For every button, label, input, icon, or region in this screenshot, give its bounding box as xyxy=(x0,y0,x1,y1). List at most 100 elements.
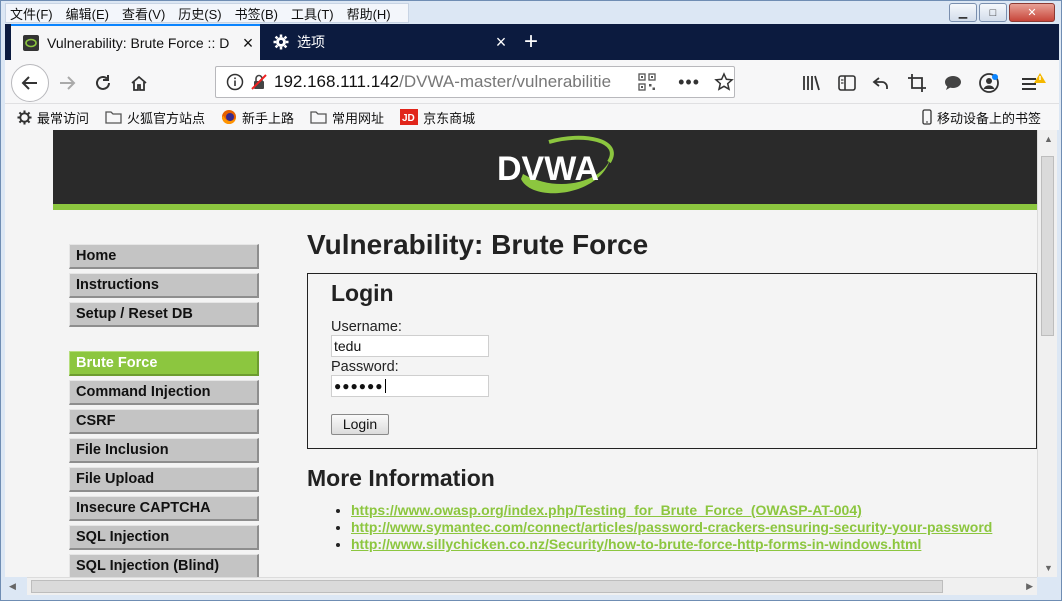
close-tab-icon[interactable]: × xyxy=(489,32,513,53)
tab-brute-force[interactable]: Vulnerability: Brute Force :: D × xyxy=(11,24,260,60)
url-bar[interactable]: 192.168.111.142/DVWA-master/vulnerabilit… xyxy=(215,66,735,98)
crop-button[interactable] xyxy=(901,67,933,99)
password-mask: ●●●●●● xyxy=(334,379,384,393)
password-label: Password: xyxy=(331,359,399,375)
menu-edit[interactable]: 编辑(E) xyxy=(66,4,109,23)
sillychicken-link[interactable]: http://www.sillychicken.co.nz/Security/h… xyxy=(351,536,921,552)
menu-file-upload[interactable]: File Upload xyxy=(69,467,259,492)
menu-brute-force[interactable]: Brute Force xyxy=(69,351,259,376)
username-input[interactable]: tedu xyxy=(331,335,489,357)
chat-button[interactable] xyxy=(937,67,969,99)
scroll-right-icon[interactable]: ▶ xyxy=(1026,581,1033,592)
main-content: Vulnerability: Brute Force Login Usernam… xyxy=(307,216,1037,553)
star-bookmark-icon[interactable] xyxy=(714,72,734,92)
symantec-link[interactable]: http://www.symantec.com/connect/articles… xyxy=(351,519,992,535)
info-icon[interactable] xyxy=(226,73,244,91)
vertical-scroll-thumb[interactable] xyxy=(1041,156,1054,336)
login-button[interactable]: Login xyxy=(331,414,389,435)
browser-window: 文件(F) 编辑(E) 查看(V) 历史(S) 书签(B) 工具(T) 帮助(H… xyxy=(0,0,1062,601)
more-info-heading: More Information xyxy=(307,465,495,491)
horizontal-scrollbar[interactable]: ◀ ▶ xyxy=(9,577,1037,595)
tab-bar: Vulnerability: Brute Force :: D × 选项 × + xyxy=(5,24,1059,60)
menu-file[interactable]: 文件(F) xyxy=(10,4,53,23)
more-info-links: https://www.owasp.org/index.php/Testing_… xyxy=(307,502,1037,553)
login-form-box: Login Username: tedu Password: ●●●●●● Lo… xyxy=(307,273,1037,449)
owasp-link[interactable]: https://www.owasp.org/index.php/Testing_… xyxy=(351,502,862,518)
tab-options[interactable]: 选项 × xyxy=(261,24,513,60)
side-menu: Home Instructions Setup / Reset DB Brute… xyxy=(69,244,259,577)
jd-logo-icon: JD xyxy=(400,109,419,125)
bookmarks-toolbar: 最常访问 火狐官方站点 新手上路 常用网址 JD 京东商城 移动设备上的书签 xyxy=(5,104,1059,130)
bookmark-label: 京东商城 xyxy=(423,110,476,126)
bookmark-common-sites[interactable]: 常用网址 xyxy=(310,108,384,127)
url-text: 192.168.111.142/DVWA-master/vulnerabilit… xyxy=(274,72,632,92)
menu-sql-injection[interactable]: SQL Injection xyxy=(69,525,259,550)
menu-help[interactable]: 帮助(H) xyxy=(347,4,391,23)
new-tab-button[interactable]: + xyxy=(517,28,545,56)
password-input[interactable]: ●●●●●● xyxy=(331,375,489,397)
logo-text: DVWA xyxy=(497,150,599,188)
bookmark-getting-started[interactable]: 新手上路 xyxy=(221,108,294,127)
menu-home[interactable]: Home xyxy=(69,244,259,269)
menu-bookmarks[interactable]: 书签(B) xyxy=(235,4,278,23)
folder-icon xyxy=(105,110,122,124)
main-menu-button[interactable] xyxy=(1017,67,1049,99)
menu-instructions[interactable]: Instructions xyxy=(69,273,259,298)
bookmark-label: 新手上路 xyxy=(242,110,295,126)
forward-button[interactable] xyxy=(51,67,83,99)
sidebar-button[interactable] xyxy=(831,67,863,99)
dvwa-header: DVWA xyxy=(53,130,1037,210)
menu-view[interactable]: 查看(V) xyxy=(122,4,165,23)
maximize-icon: □ xyxy=(989,6,997,19)
bookmark-jd-mall[interactable]: JD 京东商城 xyxy=(400,108,475,127)
back-button[interactable] xyxy=(11,64,49,102)
insecure-lock-icon[interactable] xyxy=(250,73,268,91)
qr-code-icon[interactable] xyxy=(638,73,656,91)
library-button[interactable] xyxy=(795,67,827,99)
nav-toolbar: 192.168.111.142/DVWA-master/vulnerabilit… xyxy=(5,60,1059,104)
bookmark-label: 最常访问 xyxy=(37,110,90,126)
menu-setup-reset-db[interactable]: Setup / Reset DB xyxy=(69,302,259,327)
list-item: http://www.sillychicken.co.nz/Security/h… xyxy=(351,536,1037,553)
menu-insecure-captcha[interactable]: Insecure CAPTCHA xyxy=(69,496,259,521)
maximize-button[interactable]: □ xyxy=(979,3,1007,22)
tab-title: 选项 xyxy=(297,34,325,50)
more-actions-icon[interactable]: ••• xyxy=(678,72,700,93)
undo-icon xyxy=(872,77,888,89)
menu-tools[interactable]: 工具(T) xyxy=(291,4,334,23)
url-path: /DVWA-master/vulnerabilitie xyxy=(399,72,612,91)
menu-history[interactable]: 历史(S) xyxy=(178,4,221,23)
reload-button[interactable] xyxy=(87,67,119,99)
reload-icon xyxy=(96,75,110,90)
scroll-left-icon[interactable]: ◀ xyxy=(9,581,16,592)
gear-icon xyxy=(17,109,32,125)
account-button[interactable] xyxy=(973,67,1005,99)
scroll-up-icon[interactable]: ▲ xyxy=(1044,134,1053,144)
vertical-scrollbar[interactable]: ▲ ▼ xyxy=(1037,130,1057,577)
minimize-button[interactable]: ▁ xyxy=(949,3,977,22)
tab-title: Vulnerability: Brute Force :: D xyxy=(47,35,230,51)
menu-sql-injection-blind[interactable]: SQL Injection (Blind) xyxy=(69,554,259,577)
bookmark-firefox-site[interactable]: 火狐官方站点 xyxy=(105,108,205,127)
dvwa-favicon-icon xyxy=(23,35,39,51)
menu-file-inclusion[interactable]: File Inclusion xyxy=(69,438,259,463)
chat-bubble-icon xyxy=(945,76,961,90)
svg-text:JD: JD xyxy=(402,113,415,124)
menu-command-injection[interactable]: Command Injection xyxy=(69,380,259,405)
library-icon xyxy=(803,75,820,91)
bookmark-label: 常用网址 xyxy=(332,110,385,126)
arrow-right-icon xyxy=(60,76,76,90)
horizontal-scroll-thumb[interactable] xyxy=(31,580,943,593)
bookmark-most-visited[interactable]: 最常访问 xyxy=(17,108,89,127)
account-icon xyxy=(979,73,999,93)
close-tab-icon[interactable]: × xyxy=(236,33,260,54)
window-controls: ▁ □ ✕ xyxy=(947,3,1055,22)
bookmark-mobile[interactable]: 移动设备上的书签 xyxy=(922,108,1041,127)
undo-button[interactable] xyxy=(865,67,897,99)
home-button[interactable] xyxy=(123,67,155,99)
menu-csrf[interactable]: CSRF xyxy=(69,409,259,434)
folder-icon xyxy=(310,110,327,124)
dvwa-page: Home Instructions Setup / Reset DB Brute… xyxy=(53,216,1037,577)
scroll-down-icon[interactable]: ▼ xyxy=(1044,563,1053,573)
close-window-button[interactable]: ✕ xyxy=(1009,3,1055,22)
